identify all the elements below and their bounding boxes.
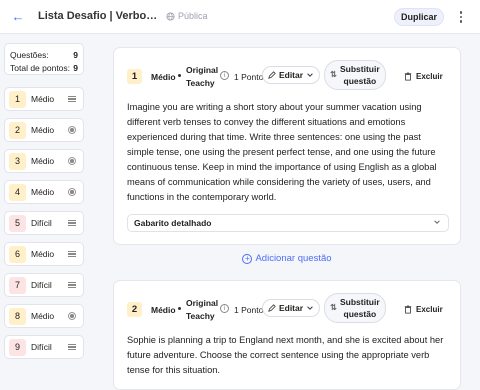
difficulty-label: Difícil [31,280,52,290]
open-answer-icon [67,249,77,259]
sidebar-question-item[interactable]: 1 Médio [4,87,84,111]
difficulty-label: Médio [31,311,55,321]
chevron-down-icon [307,306,313,310]
difficulty-label: Médio [151,305,176,315]
open-answer-icon [67,218,77,228]
swap-icon: ⇅ [330,70,337,79]
edit-button[interactable]: Editar [262,66,320,84]
questions-count: 9 [73,49,78,60]
visibility-label: Pública [178,11,208,21]
chevron-down-icon [307,73,313,77]
summary-panel: Questões: 9 Total de pontos: 9 [4,43,84,75]
difficulty-label: Médio [31,249,55,259]
difficulty-label: Médio [31,125,55,135]
question-number-badge: 1 [127,69,142,84]
info-icon[interactable]: i [220,71,229,80]
top-bar: ← Lista Desafio | Verbos: Exe... Pública… [0,0,480,34]
question-number-badge: 5 [9,214,26,232]
sidebar-question-item[interactable]: 4 Médio [4,180,84,204]
plus-circle-icon: + [242,253,253,264]
answer-key-dropdown[interactable]: Gabarito detalhado [127,214,449,232]
pencil-icon [268,304,276,312]
difficulty-label: Difícil [31,342,52,352]
question-number-badge: 2 [9,121,26,139]
delete-button[interactable]: Excluir [404,305,443,314]
difficulty-label: Médio [151,72,176,82]
sidebar-question-item[interactable]: 7 Difícil [4,273,84,297]
swap-icon: ⇅ [330,303,337,312]
trash-icon [404,305,412,314]
multiple-choice-icon [67,187,77,197]
edit-label: Editar [278,303,304,313]
delete-label: Excluir [416,305,443,314]
multiple-choice-icon [67,156,77,166]
back-arrow-icon[interactable]: ← [10,9,26,25]
points-count: 9 [73,62,78,73]
separator-dot [178,307,181,310]
delete-button[interactable]: Excluir [404,72,443,81]
open-answer-icon [67,94,77,104]
visibility-indicator: Pública [166,11,208,21]
question-number-badge: 6 [9,245,26,263]
question-number-badge: 3 [9,152,26,170]
difficulty-label: Médio [31,156,55,166]
add-question-label: Adicionar questão [255,253,332,264]
substitute-question-button[interactable]: ⇅ Substituir questão [324,293,386,323]
question-card-2: 2 Médio Original Teachy i 1 Ponto Editar… [113,280,461,390]
questions-label: Questões: [10,49,49,60]
question-number-badge: 1 [9,90,26,108]
sidebar-question-item[interactable]: 8 Médio [4,304,84,328]
trash-icon [404,72,412,81]
duplicate-button[interactable]: Duplicar [394,8,444,26]
difficulty-label: Médio [31,187,55,197]
open-answer-icon [67,280,77,290]
multiple-choice-icon [67,311,77,321]
substitute-label: Substituir questão [340,297,380,319]
origin-label: Original Teachy [186,298,219,321]
question-card-1: 1 Médio Original Teachy i 1 Ponto Editar… [113,47,461,245]
question-number-badge: 9 [9,338,26,356]
points-label: 1 Ponto [234,305,264,315]
answer-key-label: Gabarito detalhado [134,218,212,228]
pencil-icon [268,71,276,79]
multiple-choice-icon [67,125,77,135]
sidebar-question-item[interactable]: 2 Médio [4,118,84,142]
points-label: Total de pontos: [10,62,71,73]
question-number-badge: 4 [9,183,26,201]
sidebar-question-item[interactable]: 3 Médio [4,149,84,173]
question-text: Imagine you are writing a short story ab… [127,102,437,202]
points-label: 1 Ponto [234,72,264,82]
question-number-badge: 8 [9,307,26,325]
edit-label: Editar [278,70,304,80]
open-answer-icon [67,342,77,352]
info-icon[interactable]: i [220,304,229,313]
sidebar-question-item[interactable]: 5 Difícil [4,211,84,235]
difficulty-label: Médio [31,94,55,104]
page-title: Lista Desafio | Verbos: Exe... [38,10,158,22]
edit-button[interactable]: Editar [262,299,320,317]
difficulty-label: Difícil [31,218,52,228]
delete-label: Excluir [416,72,443,81]
question-number-badge: 7 [9,276,26,294]
substitute-question-button[interactable]: ⇅ Substituir questão [324,60,386,90]
question-number-badge: 2 [127,302,142,317]
more-options-icon[interactable] [456,9,466,25]
question-text: Sophie is planning a trip to England nex… [127,335,444,375]
substitute-label: Substituir questão [340,64,380,86]
add-question-button[interactable]: + Adicionar questão [113,253,461,264]
chevron-down-icon [434,220,440,224]
sidebar-question-item[interactable]: 6 Médio [4,242,84,266]
globe-icon [166,11,175,21]
sidebar-question-item[interactable]: 9 Difícil [4,335,84,359]
separator-dot [178,74,181,77]
origin-label: Original Teachy [186,65,219,88]
